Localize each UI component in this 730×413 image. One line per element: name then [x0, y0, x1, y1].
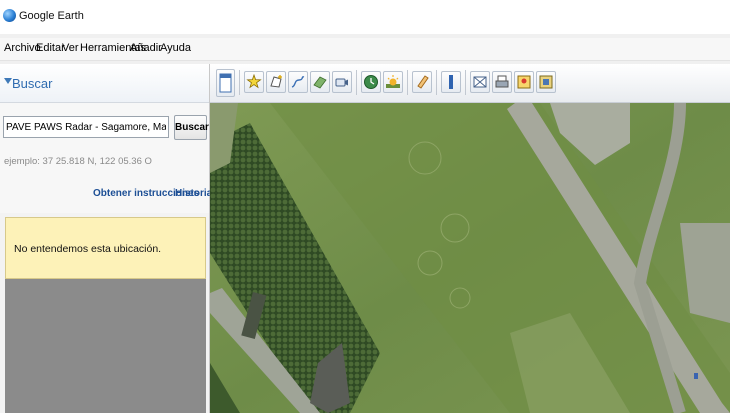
menu-editar[interactable]: Editar — [36, 42, 65, 54]
historical-imagery-icon[interactable] — [361, 71, 381, 93]
menu-anadir[interactable]: Añadir — [130, 42, 162, 54]
history-link[interactable]: Historial — [175, 188, 215, 199]
collapse-triangle-icon[interactable] — [4, 78, 12, 84]
search-button[interactable]: Buscar — [174, 115, 209, 140]
sidebar: Buscar Buscar ejemplo: 37 25.818 N, 122 … — [0, 64, 215, 413]
planets-icon[interactable] — [412, 71, 432, 93]
search-panel-header[interactable]: Buscar — [0, 64, 209, 103]
map-marker — [694, 373, 698, 379]
polygon-icon[interactable] — [266, 71, 286, 93]
search-example-text: ejemplo: 37 25.818 N, 122 05.36 O — [4, 156, 152, 167]
placemark-icon[interactable] — [244, 71, 264, 93]
sidebar-empty-area — [5, 279, 206, 413]
satellite-imagery — [210, 103, 730, 413]
export-icon[interactable] — [536, 71, 556, 93]
title-bar: Google Earth — [0, 0, 730, 34]
earth-view[interactable] — [210, 103, 730, 413]
ruler-icon[interactable] — [441, 71, 461, 93]
search-panel-title: Buscar — [12, 76, 53, 91]
sidebar-toggle-icon[interactable] — [216, 69, 235, 97]
menu-ayuda[interactable]: Ayuda — [160, 42, 191, 54]
search-error-message-box: No entendemos esta ubicación. — [5, 217, 206, 279]
sunlight-icon[interactable] — [383, 71, 403, 93]
menu-ver[interactable]: Ver — [62, 42, 79, 54]
search-error-message: No entendemos esta ubicación. — [14, 243, 162, 255]
menu-bar: Archivo Editar Ver Herramientas Añadir A… — [0, 38, 730, 61]
search-area: Buscar ejemplo: 37 25.818 N, 122 05.36 O… — [0, 103, 215, 213]
email-icon[interactable] — [470, 71, 490, 93]
search-input[interactable] — [3, 116, 169, 138]
image-overlay-icon[interactable] — [310, 71, 330, 93]
path-icon[interactable] — [288, 71, 308, 93]
toolbar — [210, 64, 730, 103]
window-title: Google Earth — [19, 10, 84, 22]
google-earth-icon — [3, 9, 16, 22]
record-tour-icon[interactable] — [332, 71, 352, 93]
print-icon[interactable] — [492, 71, 512, 93]
google-maps-icon[interactable] — [514, 71, 534, 93]
